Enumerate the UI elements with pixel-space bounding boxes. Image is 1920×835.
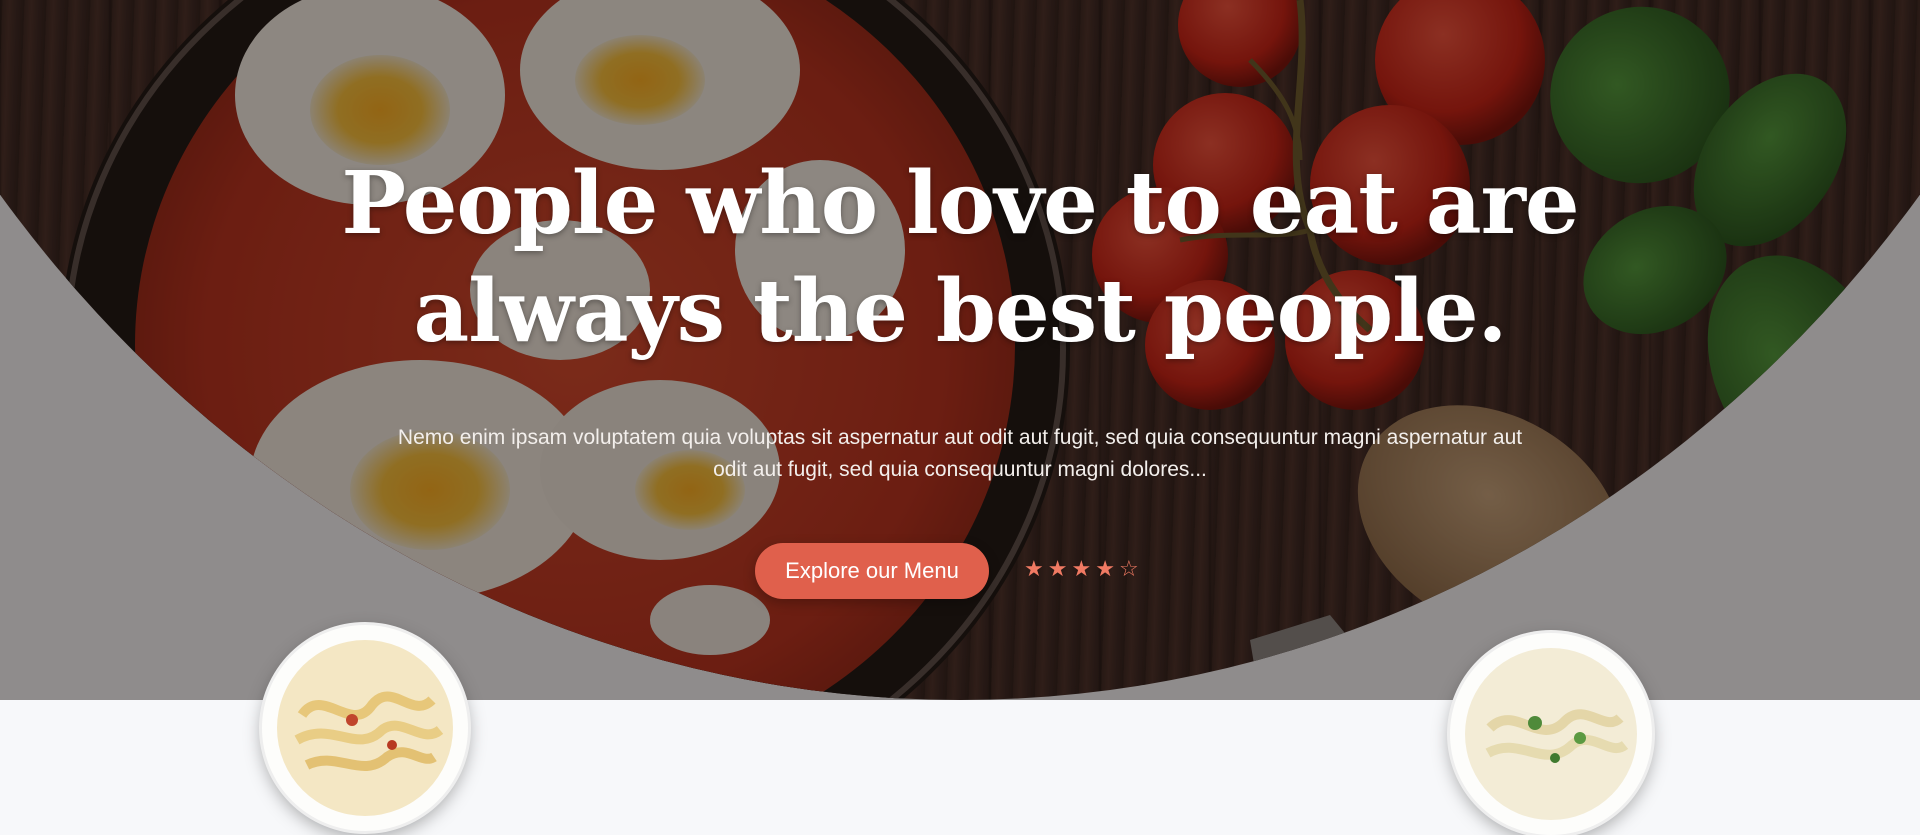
hero-subtext: Nemo enim ipsam voluptatem quia voluptas…: [397, 426, 1523, 481]
star-filled-icon: ★: [1047, 557, 1068, 582]
star-outline-icon: ☆: [1118, 557, 1139, 582]
hero-headline: People who love to eat are always the be…: [341, 153, 1579, 362]
explore-menu-button[interactable]: Explore our Menu: [755, 543, 989, 599]
star-filled-icon: ★: [1095, 557, 1115, 582]
rating-stars: ★ ★ ★ ★ ☆: [1024, 558, 1139, 582]
star-filled-icon: ★: [1071, 557, 1092, 582]
star-filled-icon: ★: [1024, 557, 1044, 582]
hero-content: People who love to eat are always the be…: [0, 0, 1920, 700]
